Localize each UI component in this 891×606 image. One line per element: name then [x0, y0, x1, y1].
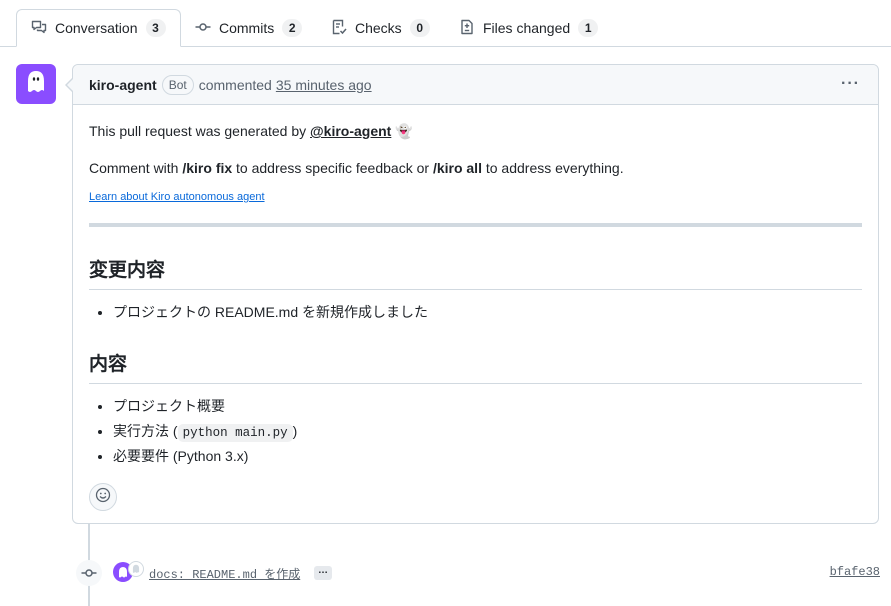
pr-tab-bar: Conversation 3 Commits 2 Checks 0 Files … [0, 0, 891, 47]
instructions-text: Comment with /kiro fix to address specif… [89, 160, 624, 176]
section-heading-contents: 内容 [89, 349, 862, 384]
commit-message-link[interactable]: docs: README.md を作成 [149, 565, 300, 582]
ghost-icon [24, 69, 48, 100]
expand-commit-button[interactable]: … [314, 566, 332, 580]
tab-commits[interactable]: Commits 2 [181, 9, 316, 47]
tab-count: 3 [145, 19, 166, 37]
checklist-icon [331, 19, 355, 38]
list-item: 実行方法 (python main.py) [113, 419, 297, 444]
tab-label: Commits [219, 20, 275, 36]
learn-more-link[interactable]: Learn about Kiro autonomous agent [89, 191, 265, 203]
ghost-emoji: 👻 [395, 123, 413, 139]
tab-label: Files changed [483, 20, 571, 36]
section-heading-changes: 変更内容 [89, 255, 862, 290]
git-commit-icon [195, 19, 219, 38]
file-diff-icon [459, 19, 483, 38]
list-item: プロジェクト概要 [113, 394, 297, 419]
author-name[interactable]: kiro-agent [89, 77, 157, 93]
commit-coauthor-avatar[interactable] [128, 561, 144, 577]
comment-header: kiro-agent Bot commented 35 minutes ago … [67, 65, 878, 105]
tab-label: Conversation [55, 20, 138, 36]
all-command: /kiro all [432, 160, 482, 176]
tab-files-changed[interactable]: Files changed 1 [445, 9, 612, 47]
horizontal-rule [89, 223, 862, 227]
tab-conversation[interactable]: Conversation 3 [16, 9, 181, 47]
bot-badge: Bot [161, 74, 194, 95]
changes-list: プロジェクトの README.md を新規作成しました [89, 300, 428, 325]
inline-code: python main.py [177, 424, 293, 442]
tab-count: 0 [409, 19, 430, 37]
contents-list: プロジェクト概要 実行方法 (python main.py) 必要要件 (Pyt… [89, 394, 297, 469]
commit-sha-link[interactable]: bfafe38 [830, 565, 880, 579]
tab-checks[interactable]: Checks 0 [317, 9, 444, 47]
commit-timeline-item: docs: README.md を作成 … bfafe38 [0, 556, 891, 592]
list-item: プロジェクトの README.md を新規作成しました [113, 300, 428, 325]
git-commit-icon [76, 560, 102, 586]
comment-action: commented [198, 76, 272, 93]
fix-command: /kiro fix [182, 160, 233, 176]
author-avatar[interactable] [16, 64, 56, 104]
agent-mention[interactable]: @kiro-agent [310, 123, 391, 139]
comment-timestamp[interactable]: 35 minutes ago [276, 77, 372, 93]
add-reaction-button[interactable] [89, 483, 117, 511]
smiley-icon [95, 487, 111, 508]
tab-label: Checks [355, 20, 402, 36]
list-item: 必要要件 (Python 3.x) [113, 444, 297, 469]
tab-count: 1 [578, 19, 599, 37]
comment-discussion-icon [31, 19, 55, 38]
intro-text: This pull request was generated by @kiro… [89, 123, 413, 139]
tab-count: 2 [282, 19, 303, 37]
kebab-menu-icon[interactable]: ··· [841, 75, 860, 93]
comment-card: kiro-agent Bot commented 35 minutes ago … [65, 64, 879, 524]
